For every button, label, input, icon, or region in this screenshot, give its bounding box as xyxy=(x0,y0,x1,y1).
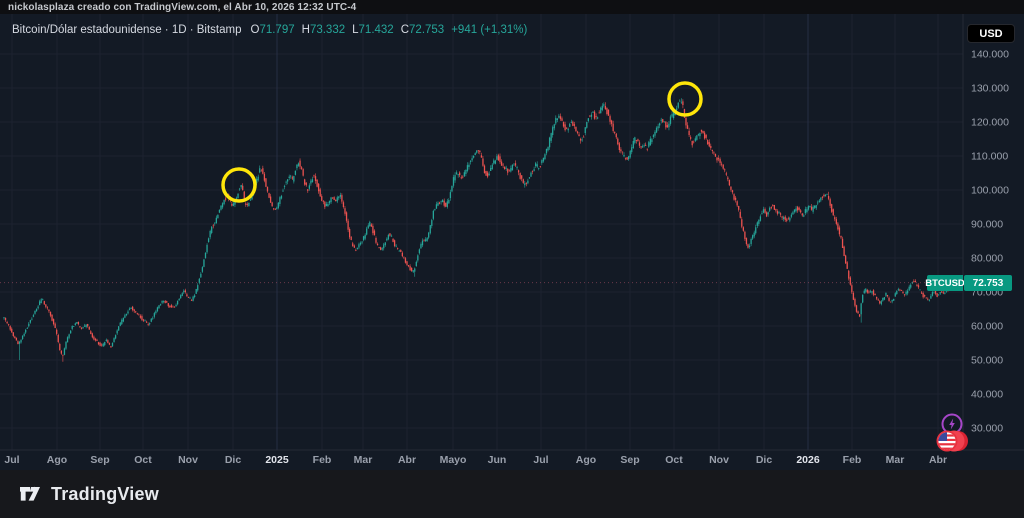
svg-text:Jul: Jul xyxy=(533,454,548,466)
svg-text:Feb: Feb xyxy=(843,454,862,466)
currency-toggle-button[interactable]: USD xyxy=(967,24,1015,43)
svg-text:Mar: Mar xyxy=(354,454,373,466)
attribution-text: nickolasplaza creado con TradingView.com… xyxy=(8,2,356,13)
candlestick-chart[interactable]: 140.000 130.000 120.000 110.000 100.000 90.00… xyxy=(0,14,1024,470)
svg-text:80.000: 80.000 xyxy=(971,253,1003,265)
high-value: H73.332 xyxy=(302,24,346,36)
svg-text:Sep: Sep xyxy=(620,454,639,466)
svg-text:Nov: Nov xyxy=(178,454,198,466)
svg-text:Dic: Dic xyxy=(756,454,773,466)
svg-text:Jul: Jul xyxy=(4,454,19,466)
symbol-title[interactable]: Bitcoin/Dólar estadounidense · 1D · Bits… xyxy=(12,24,241,36)
chart-area[interactable]: 140.000 130.000 120.000 110.000 100.000 90.00… xyxy=(0,14,1024,470)
low-value: L71.432 xyxy=(352,24,394,36)
close-value: C72.753 xyxy=(401,24,445,36)
ohlc-values: O71.797 H73.332 L71.432 C72.753 +941 (+1… xyxy=(250,24,527,36)
svg-text:Oct: Oct xyxy=(134,454,152,466)
tradingview-logo-text[interactable]: TradingView xyxy=(51,484,159,505)
tradingview-logo-icon[interactable] xyxy=(18,482,42,506)
svg-text:100.000: 100.000 xyxy=(971,185,1009,197)
svg-text:Dic: Dic xyxy=(225,454,242,466)
svg-text:30.000: 30.000 xyxy=(971,423,1003,435)
svg-text:Nov: Nov xyxy=(709,454,729,466)
tradingview-snapshot: nickolasplaza creado con TradingView.com… xyxy=(0,0,1024,518)
symbol-price-tag: BTCUSD xyxy=(927,275,963,291)
svg-text:Oct: Oct xyxy=(665,454,683,466)
open-value: O71.797 xyxy=(250,24,294,36)
svg-text:Sep: Sep xyxy=(90,454,109,466)
change-value: +941 (+1,31%) xyxy=(451,24,527,36)
annotation-circle xyxy=(223,169,255,201)
svg-text:140.000: 140.000 xyxy=(971,49,1009,61)
svg-text:Ago: Ago xyxy=(576,454,596,466)
svg-text:60.000: 60.000 xyxy=(971,321,1003,333)
svg-text:120.000: 120.000 xyxy=(971,117,1009,129)
svg-text:130.000: 130.000 xyxy=(971,83,1009,95)
svg-text:40.000: 40.000 xyxy=(971,389,1003,401)
svg-text:Jun: Jun xyxy=(488,454,507,466)
attribution-bar: nickolasplaza creado con TradingView.com… xyxy=(0,0,1024,14)
svg-text:Mayo: Mayo xyxy=(440,454,467,466)
svg-text:110.000: 110.000 xyxy=(971,151,1008,163)
svg-text:Abr: Abr xyxy=(398,454,416,466)
svg-text:Feb: Feb xyxy=(313,454,332,466)
svg-text:2026: 2026 xyxy=(796,454,820,466)
us-flag-economic-events-icon[interactable] xyxy=(934,428,970,459)
svg-text:2025: 2025 xyxy=(265,454,289,466)
footer-bar: TradingView xyxy=(0,470,1024,518)
chart-legend[interactable]: Bitcoin/Dólar estadounidense · 1D · Bits… xyxy=(12,22,527,38)
svg-text:Ago: Ago xyxy=(47,454,67,466)
svg-text:Mar: Mar xyxy=(886,454,905,466)
svg-text:50.000: 50.000 xyxy=(971,355,1003,367)
last-price-tag: 72.753 xyxy=(964,275,1012,291)
svg-text:90.000: 90.000 xyxy=(971,219,1003,231)
